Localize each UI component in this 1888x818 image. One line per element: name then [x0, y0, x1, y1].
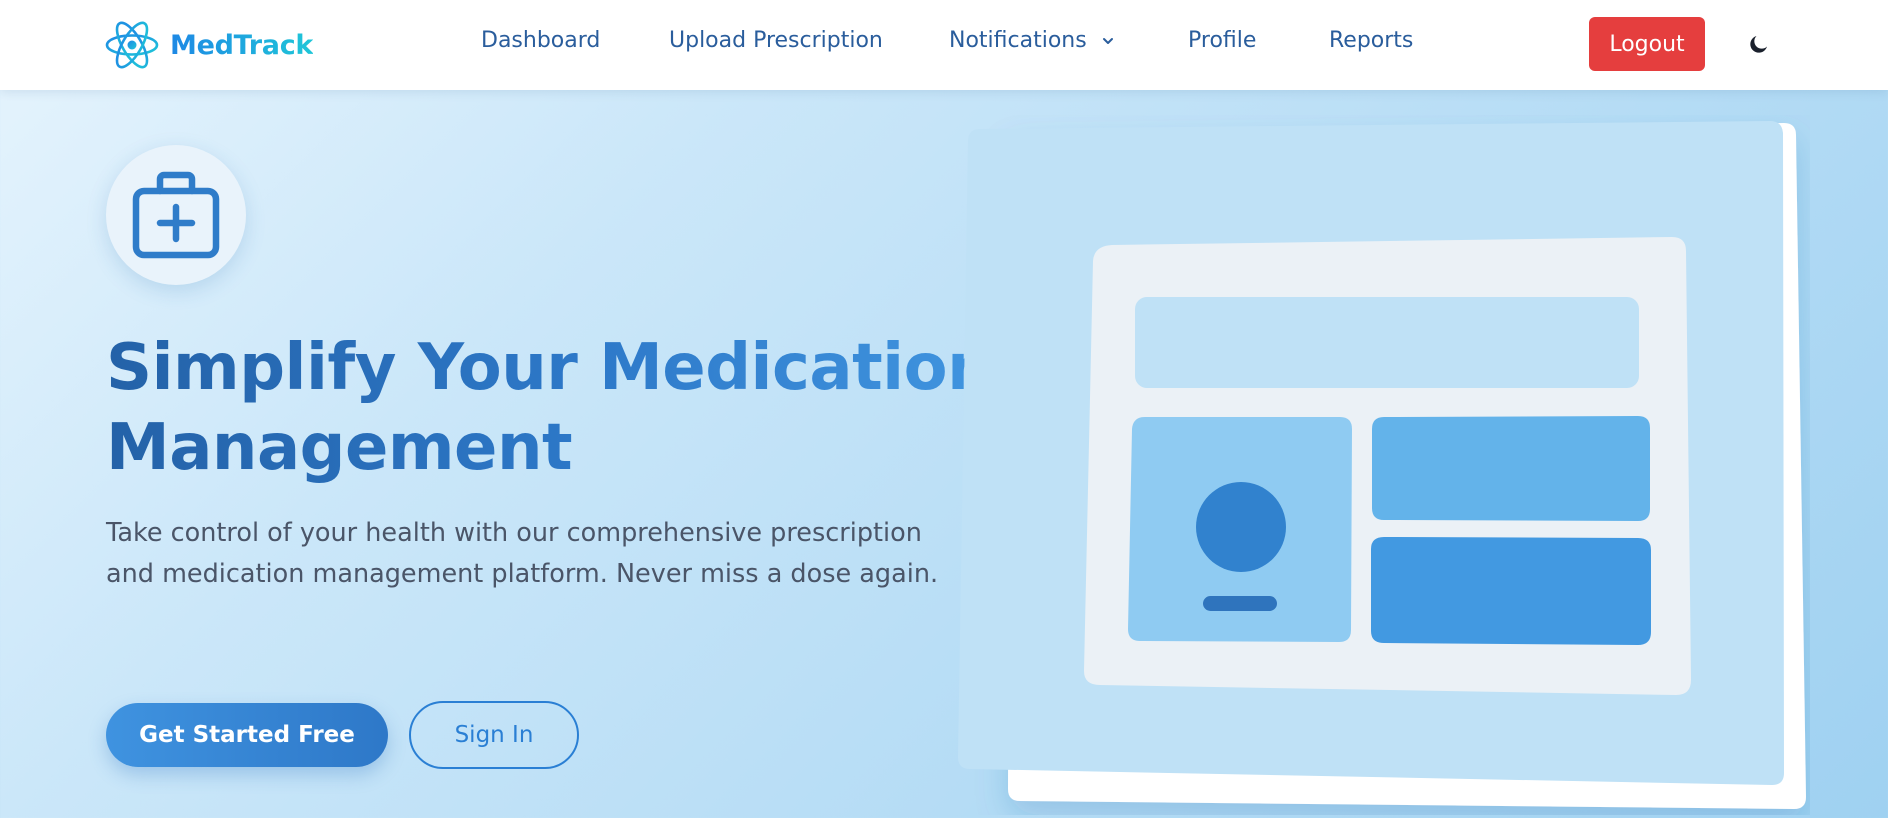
illustration-card-bottom: [1371, 537, 1651, 645]
hero-title: Simplify Your Medication Management: [106, 328, 966, 488]
get-started-button[interactable]: Get Started Free: [106, 703, 388, 767]
moon-icon: [1750, 36, 1767, 53]
nav-link-label: Reports: [1329, 28, 1414, 53]
sign-in-button[interactable]: Sign In: [409, 701, 579, 769]
nav-link-profile[interactable]: Profile: [1188, 28, 1256, 53]
nav-link-dashboard[interactable]: Dashboard: [481, 28, 600, 53]
nav-link-reports[interactable]: Reports: [1329, 28, 1413, 53]
atom-icon: [105, 21, 159, 69]
nav-link-notifications[interactable]: Notifications: [949, 28, 1115, 53]
nav-link-label: Dashboard: [481, 28, 601, 53]
nav-link-label: Profile: [1188, 28, 1257, 53]
hero-description: Take control of your health with our com…: [106, 518, 939, 589]
logout-button[interactable]: Logout: [1589, 17, 1705, 71]
hero-icon-badge: [106, 145, 246, 285]
illustration-avatar: [1196, 482, 1286, 572]
navbar: MedTrack Dashboard Upload Prescription N…: [0, 0, 1888, 90]
chevron-down-icon: [1102, 37, 1113, 44]
illustration-name-line: [1203, 596, 1277, 611]
hero-title-line-2: Management: [106, 411, 573, 485]
medical-kit-icon: [132, 171, 220, 259]
nav-link-label: Upload Prescription: [669, 28, 883, 53]
theme-toggle-button[interactable]: [1744, 29, 1774, 59]
illustration-header-bar: [1135, 297, 1639, 388]
nav-link-upload-prescription[interactable]: Upload Prescription: [669, 28, 883, 53]
hero-title-line-1: Simplify Your Medication: [106, 331, 993, 405]
brand-name: MedTrack: [170, 29, 314, 61]
illustration-card-top: [1372, 416, 1650, 521]
dashboard-illustration: [950, 115, 1810, 815]
nav-link-label: Notifications: [949, 28, 1087, 53]
brand-logo[interactable]: MedTrack: [104, 18, 313, 72]
